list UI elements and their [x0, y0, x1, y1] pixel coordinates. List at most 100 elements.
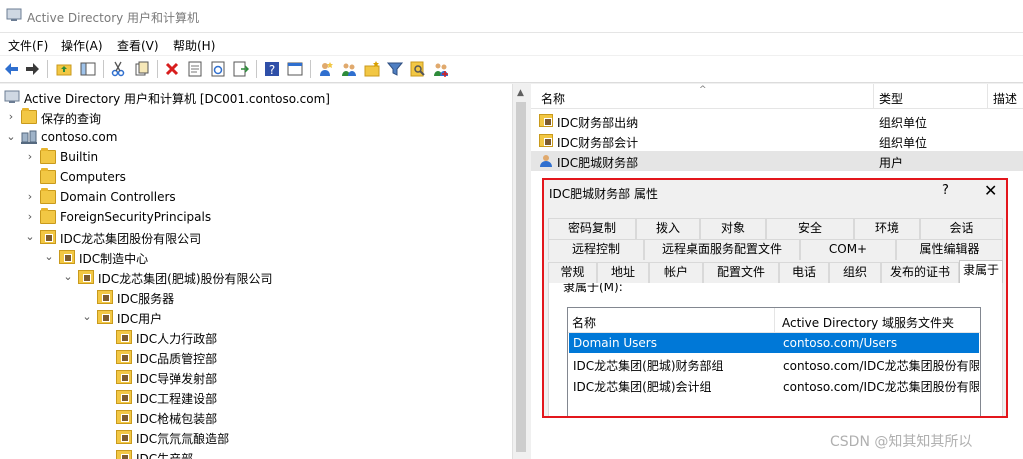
- help-button[interactable]: ?: [942, 183, 949, 198]
- collapsed-chevron-icon[interactable]: ›: [25, 190, 35, 203]
- collapsed-chevron-icon[interactable]: ›: [25, 210, 35, 223]
- copy-icon[interactable]: [134, 61, 150, 77]
- filter-icon[interactable]: [387, 61, 403, 77]
- expanded-chevron-icon[interactable]: ⌄: [82, 310, 92, 323]
- dialog-title: IDC肥城财务部 属性: [549, 187, 658, 201]
- tab-security[interactable]: 安全: [766, 218, 854, 239]
- list-item[interactable]: IDC肥城财务部 用户: [531, 151, 1023, 171]
- folder-icon: [40, 168, 56, 184]
- expanded-chevron-icon[interactable]: ⌄: [6, 130, 16, 143]
- member-of-list[interactable]: 名称 Active Directory 域服务文件夹 Domain Users c…: [567, 307, 981, 416]
- folder-icon: [40, 148, 56, 164]
- export-list-icon[interactable]: [233, 61, 249, 77]
- properties-icon[interactable]: [187, 61, 203, 77]
- tree-vertical-scrollbar[interactable]: ▲: [512, 84, 530, 459]
- find-icon[interactable]: [410, 61, 426, 77]
- group-name-cell: Domain Users: [573, 336, 657, 350]
- folder-icon: [21, 108, 37, 124]
- add-to-group-icon[interactable]: [433, 61, 449, 77]
- column-header-description[interactable]: 描述: [993, 90, 1017, 107]
- tab-address[interactable]: 地址: [597, 262, 649, 283]
- scroll-up-arrow-icon[interactable]: ▲: [517, 88, 524, 98]
- tree-item-label: IDC龙芯集团(肥城)股份有限公司: [98, 272, 273, 286]
- table-row[interactable]: IDC龙芯集团(肥城)会计组 contoso.com/IDC龙芯集团股份有限: [569, 375, 979, 395]
- collapsed-chevron-icon[interactable]: ›: [25, 150, 35, 163]
- user-icon: [539, 154, 553, 167]
- tab-remote-control[interactable]: 远程控制: [548, 239, 644, 260]
- refresh-icon[interactable]: [210, 61, 226, 77]
- table-row[interactable]: IDC龙芯集团(肥城)财务部组 contoso.com/IDC龙芯集团股份有限: [569, 354, 979, 374]
- column-header-name[interactable]: 名称: [541, 90, 565, 107]
- tab-telephones[interactable]: 电话: [779, 262, 829, 283]
- tree-item-label: IDC服务器: [117, 292, 175, 306]
- back-arrow-icon[interactable]: [4, 61, 20, 77]
- list-item-type: 组织单位: [879, 136, 928, 150]
- menu-help[interactable]: 帮助(H): [173, 37, 215, 54]
- expanded-chevron-icon[interactable]: ⌄: [25, 230, 35, 243]
- tree-item-label: IDC氘氘氚酿造部: [136, 432, 230, 446]
- expanded-chevron-icon[interactable]: ⌄: [63, 270, 73, 283]
- organizational-unit-icon: [116, 450, 132, 459]
- tree-item-label: IDC品质管控部: [136, 352, 218, 366]
- list-item[interactable]: IDC财务部会计 组织单位: [531, 131, 1023, 151]
- cut-icon[interactable]: [110, 61, 126, 77]
- tree-item-label: IDC枪械包装部: [136, 412, 218, 426]
- console-tree-pane[interactable]: Active Directory 用户和计算机 [DC001.contoso.c…: [0, 84, 513, 459]
- close-button[interactable]: ✕: [984, 181, 997, 200]
- new-group-icon[interactable]: [341, 61, 357, 77]
- list-item[interactable]: IDC财务部出纳 组织单位: [531, 111, 1023, 131]
- tree-item-label: Domain Controllers: [60, 190, 176, 204]
- console-tree-icon[interactable]: [287, 61, 303, 77]
- window-title: Active Directory 用户和计算机: [27, 11, 200, 25]
- show-hide-tree-icon[interactable]: [80, 61, 96, 77]
- column-header-type[interactable]: 类型: [879, 90, 903, 107]
- organizational-unit-icon: [59, 250, 75, 264]
- tree-item-label: contoso.com: [41, 130, 118, 144]
- new-ou-icon[interactable]: [364, 61, 380, 77]
- tab-profile[interactable]: 配置文件: [703, 262, 779, 283]
- tab-com-plus[interactable]: COM+: [800, 239, 896, 260]
- group-folder-cell: contoso.com/Users: [783, 336, 898, 350]
- organizational-unit-icon: [97, 290, 113, 304]
- organizational-unit-icon: [116, 390, 132, 404]
- group-name-cell: IDC龙芯集团(肥城)会计组: [573, 380, 712, 394]
- tab-organization[interactable]: 组织: [829, 262, 881, 283]
- forward-arrow-icon[interactable]: [24, 61, 40, 77]
- collapsed-chevron-icon[interactable]: ›: [6, 110, 16, 123]
- organizational-unit-icon: [116, 350, 132, 364]
- toolbar-separator: [310, 60, 311, 78]
- title-bar: Active Directory 用户和计算机: [0, 0, 1023, 33]
- toolbar-separator: [47, 60, 48, 78]
- up-folder-icon[interactable]: [56, 61, 72, 77]
- tab-attribute-editor[interactable]: 属性编辑器: [896, 239, 1003, 260]
- grid-header-name[interactable]: 名称: [572, 314, 596, 331]
- tab-page-member-of: 隶属于(M): 名称 Active Directory 域服务文件夹 Domai…: [548, 264, 1003, 416]
- menu-file[interactable]: 文件(F): [8, 37, 48, 54]
- tab-environment[interactable]: 环境: [854, 218, 920, 239]
- tab-object[interactable]: 对象: [700, 218, 766, 239]
- tab-general[interactable]: 常规: [548, 262, 597, 283]
- tab-account[interactable]: 帐户: [649, 262, 703, 283]
- tab-published-certificates[interactable]: 发布的证书: [881, 262, 959, 283]
- tree-item-label: IDC龙芯集团股份有限公司: [60, 232, 202, 246]
- organizational-unit-icon: [116, 330, 132, 344]
- grid-header-folder[interactable]: Active Directory 域服务文件夹: [782, 314, 954, 331]
- tree-root-label: Active Directory 用户和计算机 [DC001.contoso.c…: [24, 92, 330, 106]
- column-separator: [987, 84, 988, 108]
- delete-icon[interactable]: [164, 61, 180, 77]
- scrollbar-thumb[interactable]: [516, 102, 526, 452]
- list-item-type: 组织单位: [879, 116, 928, 130]
- menu-action[interactable]: 操作(A): [61, 37, 103, 54]
- tab-dial-in[interactable]: 拨入: [636, 218, 700, 239]
- organizational-unit-icon: [78, 270, 94, 284]
- tab-rds-profile[interactable]: 远程桌面服务配置文件: [644, 239, 800, 260]
- menu-view[interactable]: 查看(V): [117, 37, 159, 54]
- table-row[interactable]: Domain Users contoso.com/Users: [569, 333, 979, 353]
- organizational-unit-icon: [40, 230, 56, 244]
- tab-member-of[interactable]: 隶属于: [959, 260, 1003, 283]
- help-icon[interactable]: ?: [264, 61, 280, 77]
- new-user-icon[interactable]: [318, 61, 334, 77]
- expanded-chevron-icon[interactable]: ⌄: [44, 250, 54, 263]
- tab-sessions[interactable]: 会话: [920, 218, 1003, 239]
- tab-password-replication[interactable]: 密码复制: [548, 218, 636, 239]
